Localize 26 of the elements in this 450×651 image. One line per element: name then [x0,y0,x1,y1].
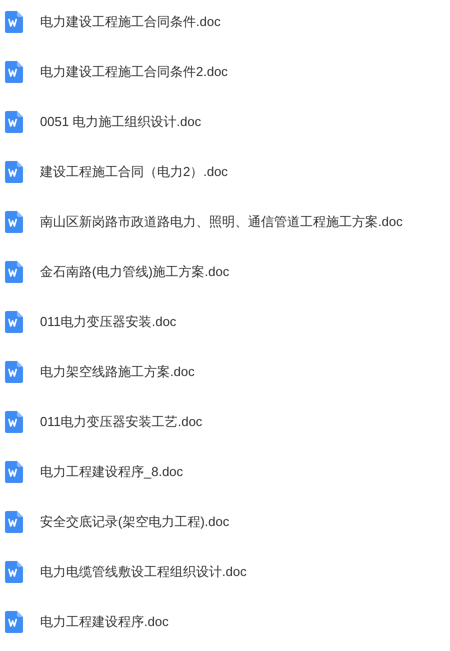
file-name[interactable]: 电力架空线路施工方案.doc [40,363,195,381]
file-name[interactable]: 011电力变压器安装工艺.doc [40,413,202,431]
word-document-icon [5,211,23,233]
word-document-icon [5,561,23,583]
word-document-icon [5,261,23,283]
file-name[interactable]: 电力工程建设程序_8.doc [40,463,184,481]
word-document-icon [5,411,23,433]
file-name[interactable]: 电力工程建设程序.doc [40,613,169,631]
file-name[interactable]: 电力建设工程施工合同条件2.doc [40,63,228,81]
word-document-icon [5,361,23,383]
word-document-icon [5,61,23,83]
file-name[interactable]: 电力电缆管线敷设工程组织设计.doc [40,563,247,581]
word-document-icon [5,611,23,633]
file-name[interactable]: 南山区新岗路市政道路电力、照明、通信管道工程施工方案.doc [40,213,403,231]
file-name[interactable]: 金石南路(电力管线)施工方案.doc [40,263,230,281]
file-name[interactable]: 011电力变压器安装.doc [40,313,176,331]
word-document-icon [5,11,23,33]
word-document-icon [5,161,23,183]
word-document-icon [5,461,23,483]
word-document-icon [5,511,23,533]
word-document-icon [5,111,23,133]
word-document-icon [5,311,23,333]
file-name[interactable]: 电力建设工程施工合同条件.doc [40,13,221,31]
file-name[interactable]: 安全交底记录(架空电力工程).doc [40,513,230,531]
file-name[interactable]: 建设工程施工合同（电力2）.doc [40,163,228,181]
file-name[interactable]: 0051 电力施工组织设计.doc [40,113,202,131]
